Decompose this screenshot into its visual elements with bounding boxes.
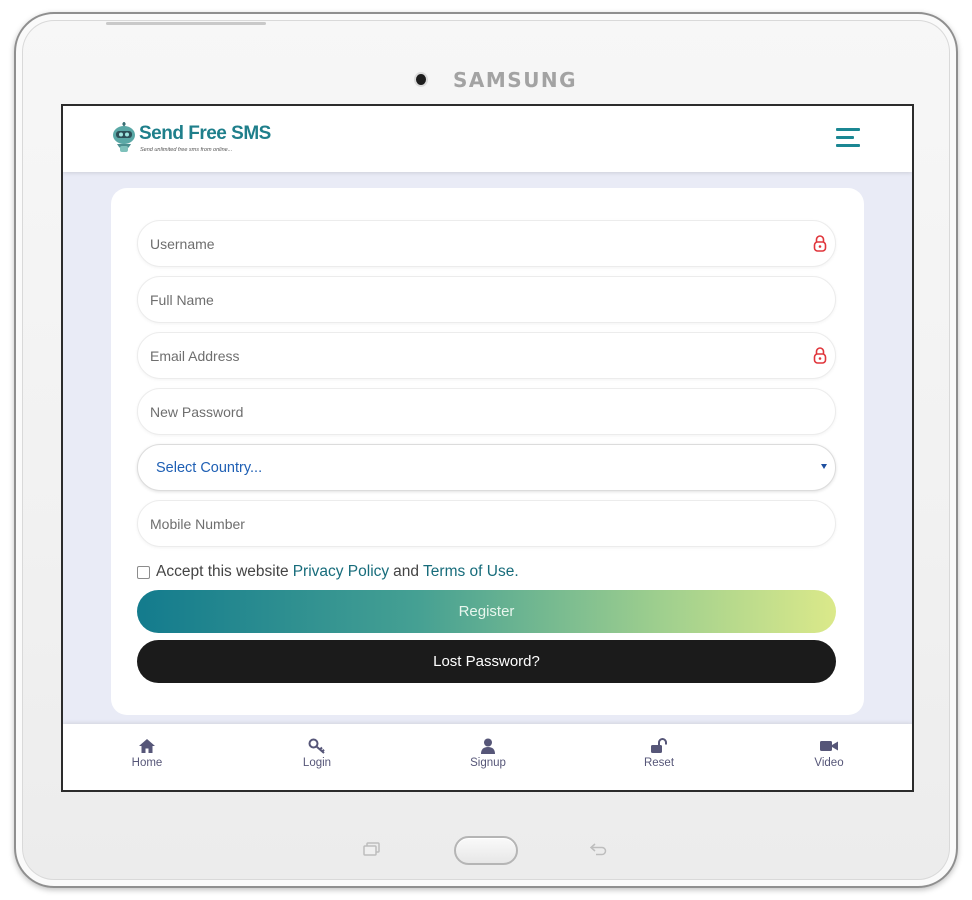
fullname-input[interactable] [150,277,790,322]
email-field [137,332,836,379]
privacy-policy-link[interactable]: Privacy Policy [293,563,389,581]
mobile-number-input[interactable] [150,501,790,546]
nav-video-label: Video [814,757,844,769]
recent-apps-icon [363,842,380,856]
back-icon [589,843,607,856]
front-camera [416,74,426,85]
username-input[interactable] [150,221,790,266]
new-password-input[interactable] [150,389,790,434]
back-key[interactable] [589,842,608,861]
email-input[interactable] [150,333,790,378]
accept-terms-text: Accept this website [156,563,289,580]
terms-of-use-link[interactable]: Terms of Use. [423,563,519,581]
nav-home[interactable]: Home [112,738,182,769]
home-key[interactable] [454,836,518,865]
register-button[interactable]: Register [137,590,836,633]
nav-reset-label: Reset [643,757,675,769]
mobile-field [137,500,836,547]
device-brand: SAMSUNG [453,68,578,92]
header-bar: Send Free SMS Send unlimited free sms fr… [63,106,912,172]
site-logo[interactable]: Send Free SMS Send unlimited free sms fr… [111,120,271,160]
logo-title: Send Free SMS [139,123,271,144]
lock-icon [813,235,827,252]
home-icon [139,739,155,753]
nav-reset[interactable]: Reset [624,738,694,769]
recent-apps-key[interactable] [363,842,381,861]
screen: Send Free SMS Send unlimited free sms fr… [61,104,914,792]
country-select-value: Select Country... [156,459,263,476]
unlock-icon [651,738,667,753]
password-field [137,388,836,435]
nav-signup[interactable]: Signup [453,738,523,769]
logo-tagline: Send unlimited free sms from online... [140,147,233,153]
username-field [137,220,836,267]
nav-login-label: Login [302,757,332,769]
signup-form-card: Select Country... Accept this website Pr… [111,188,864,715]
accept-and-text: and [393,563,420,580]
nav-signup-label: Signup [470,757,506,769]
bottom-nav: Home Login Signup Reset Video [63,724,912,790]
power-key [106,22,266,25]
nav-login[interactable]: Login [282,738,352,769]
accept-terms-row: Accept this website Privacy Policy and T… [137,562,519,582]
user-icon [481,738,495,754]
country-select[interactable]: Select Country... [137,444,836,491]
nav-home-label: Home [131,757,163,769]
accept-terms-checkbox[interactable] [137,565,150,579]
caret-down-icon [821,464,827,469]
lost-password-button[interactable]: Lost Password? [137,640,836,683]
lock-icon [813,347,827,364]
key-icon [308,738,325,754]
video-camera-icon [820,741,838,751]
nav-video[interactable]: Video [794,738,864,769]
robot-mascot-icon [113,122,135,152]
fullname-field [137,276,836,323]
hamburger-menu-icon[interactable] [836,128,862,148]
